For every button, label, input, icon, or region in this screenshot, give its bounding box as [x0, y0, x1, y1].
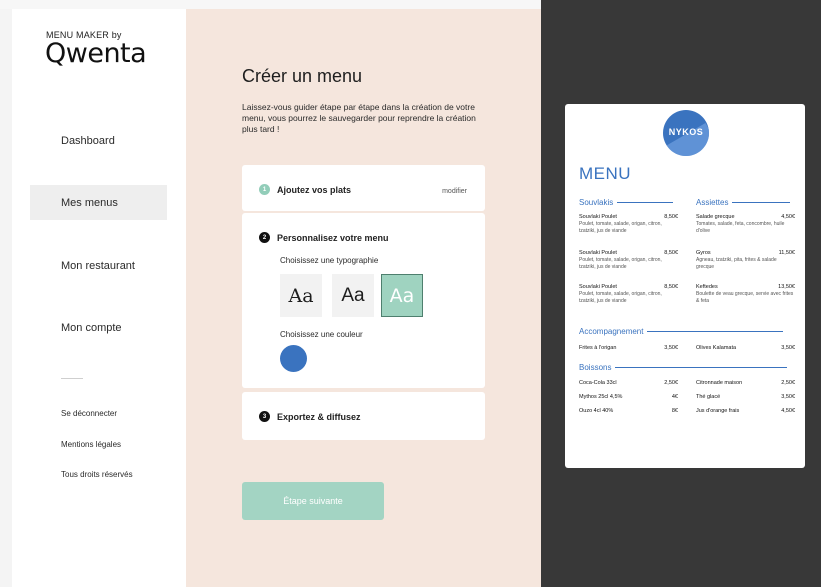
preview-item-name: Jus d'orange frais	[696, 408, 740, 414]
preview-item-name: Souvlaki Poulet	[579, 214, 617, 220]
next-step-button[interactable]: Étape suivante	[242, 482, 384, 520]
step-3-label: Exportez & diffusez	[277, 411, 361, 422]
preview-item-price: 4,50€	[781, 214, 795, 220]
typography-label: Choisissez une typographie	[280, 256, 379, 265]
preview-item-price: 8€	[671, 408, 678, 414]
modify-step-1-link[interactable]: modifier	[442, 188, 467, 195]
font-option-serif[interactable]: Aa	[280, 274, 322, 317]
section-rule	[647, 331, 784, 332]
section-rule	[732, 202, 791, 203]
brand-logo[interactable]: Qwenta	[45, 38, 147, 69]
intro-text: Laissez-vous guider étape par étape dans…	[242, 102, 476, 134]
preview-section-assiettes: Assiettes	[696, 198, 791, 207]
preview-item-price: 2,50€	[781, 380, 795, 386]
preview-item-desc: Poulet, tomate, salade, origan, citron, …	[579, 221, 662, 234]
preview-item-desc: Poulet, tomate, salade, origan, citron, …	[579, 291, 662, 304]
preview-item-price: 8,50€	[664, 284, 678, 290]
preview-section-souvlakis-title: Souvlakis	[579, 198, 614, 207]
preview-item-price: 3,50€	[781, 394, 795, 400]
preview-item-price: 2,50€	[664, 380, 678, 386]
step-3-number: 3	[259, 411, 270, 422]
preview-item: Gyros 11,50€ Agneau, tzatziki, pita, fri…	[696, 250, 795, 270]
preview-item-name: Olives Kalamata	[696, 345, 737, 351]
preview-item-price: 4,50€	[781, 408, 795, 414]
preview-item: Jus d'orange frais 4,50€	[696, 408, 795, 414]
preview-item: Olives Kalamata 3,50€	[696, 345, 795, 351]
font-option-selected[interactable]: Aa	[381, 274, 423, 317]
preview-item: Souvlaki Poulet 8,50€ Poulet, tomate, sa…	[579, 214, 678, 234]
preview-section-assiettes-title: Assiettes	[696, 198, 729, 207]
preview-item-desc: Poulet, tomate, salade, origan, citron, …	[579, 257, 662, 270]
preview-item-desc: Tomates, salade, feta, concombre, huile …	[696, 221, 785, 234]
preview-item: Frites à l'origan 3,50€	[579, 345, 678, 351]
step-1-number: 1	[259, 184, 270, 195]
step-2-number: 2	[259, 232, 270, 243]
step-2-label: Personnalisez votre menu	[277, 232, 389, 243]
sidebar-item-mon-restaurant[interactable]: Mon restaurant	[30, 248, 167, 283]
preview-item-name: Ouzo 4cl 40%	[579, 408, 614, 414]
preview-item-name: Salade grecque	[696, 214, 735, 220]
font-option-sans[interactable]: Aa	[332, 274, 374, 317]
preview-item-desc: Boulette de veau grecque, servie avec fr…	[696, 291, 794, 304]
sidebar-item-dashboard[interactable]: Dashboard	[30, 123, 167, 158]
preview-section-accompagnement: Accompagnement	[579, 327, 784, 336]
preview-item: Mythos 25cl 4,5% 4€	[579, 394, 678, 400]
step-3-header: 3 Exportez & diffusez	[259, 411, 361, 422]
preview-item: Coca-Cola 33cl 2,50€	[579, 380, 678, 386]
preview-item-name: Souvlaki Poulet	[579, 250, 617, 256]
preview-item: Ouzo 4cl 40% 8€	[579, 408, 678, 414]
preview-item: Keftedes 13,50€ Boulette de veau grecque…	[696, 284, 795, 304]
preview-item-name: Souvlaki Poulet	[579, 284, 617, 290]
sidebar-divider	[61, 378, 83, 379]
preview-section-souvlakis: Souvlakis	[579, 198, 674, 207]
sidebar: MENU MAKER by Qwenta Dashboard Mes menus…	[0, 0, 186, 587]
preview-item: Citronnade maison 2,50€	[696, 380, 795, 386]
preview-section-boissons: Boissons	[579, 363, 788, 372]
preview-item-name: Citronnade maison	[696, 380, 743, 386]
page-title: Créer un menu	[242, 66, 363, 86]
menu-preview: NYKOS MENU Souvlakis Souvlaki Poulet 8,5…	[565, 104, 805, 468]
section-rule	[615, 367, 788, 368]
preview-item-name: Mythos 25cl 4,5%	[579, 394, 623, 400]
preview-item-name: Thé glacé	[696, 394, 721, 400]
restaurant-logo-text: NYKOS	[668, 127, 704, 137]
section-rule	[617, 202, 674, 203]
preview-item: Salade grecque 4,50€ Tomates, salade, fe…	[696, 214, 795, 234]
step-1-label: Ajoutez vos plats	[277, 184, 352, 195]
color-swatch-blue[interactable]	[280, 345, 307, 372]
preview-item-name: Frites à l'origan	[579, 345, 617, 351]
preview-item-price: 8,50€	[664, 250, 678, 256]
sidebar-item-mon-compte[interactable]: Mon compte	[30, 310, 167, 345]
preview-item-name: Coca-Cola 33cl	[579, 380, 617, 386]
step-1-card[interactable]: 1 Ajoutez vos plats modifier	[242, 165, 485, 211]
sidebar-edge	[0, 0, 12, 587]
preview-item-price: 3,50€	[781, 345, 795, 351]
rights-text: Tous droits réservés	[61, 470, 133, 479]
preview-item: Souvlaki Poulet 8,50€ Poulet, tomate, sa…	[579, 284, 678, 304]
color-label: Choisissez une couleur	[280, 330, 363, 339]
logout-link[interactable]: Se déconnecter	[61, 409, 117, 418]
step-3-card[interactable]: 3 Exportez & diffusez	[242, 392, 485, 440]
restaurant-logo: NYKOS	[663, 110, 709, 156]
preview-item: Thé glacé 3,50€	[696, 394, 795, 400]
preview-item-price: 11,50€	[778, 250, 795, 256]
preview-section-boissons-title: Boissons	[579, 363, 612, 372]
preview-item-price: 4€	[671, 394, 678, 400]
legal-link[interactable]: Mentions légales	[61, 440, 121, 449]
preview-item: Souvlaki Poulet 8,50€ Poulet, tomate, sa…	[579, 250, 678, 270]
preview-item-price: 3,50€	[664, 345, 678, 351]
step-1-header: 1 Ajoutez vos plats	[259, 184, 351, 195]
preview-item-desc: Agneau, tzatziki, pita, frites & salade …	[696, 257, 777, 270]
preview-item-price: 8,50€	[664, 214, 678, 220]
sidebar-item-mes-menus[interactable]: Mes menus	[30, 185, 167, 220]
preview-item-price: 13,50€	[778, 284, 795, 290]
step-2-header: 2 Personnalisez votre menu	[259, 232, 389, 243]
preview-menu-title: MENU	[579, 164, 632, 183]
preview-section-accompagnement-title: Accompagnement	[579, 327, 644, 336]
